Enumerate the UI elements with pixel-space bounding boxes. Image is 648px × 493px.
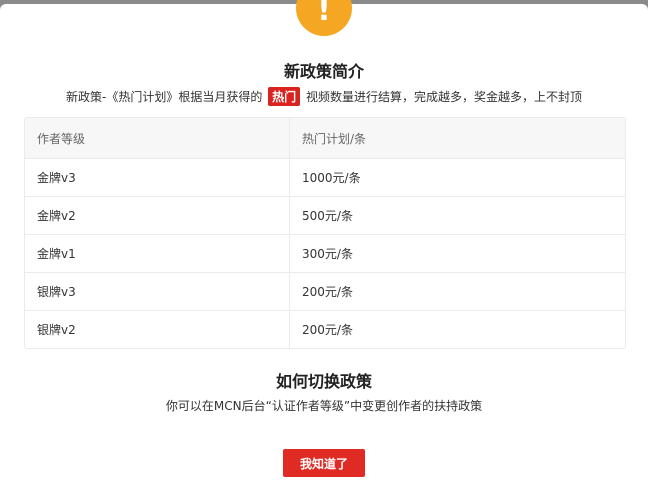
got-it-button[interactable]: 我知道了: [283, 449, 365, 477]
hot-tag: 热门: [268, 87, 301, 106]
table-row: 银牌v2 200元/条: [25, 310, 625, 348]
table-row: 银牌v3 200元/条: [25, 272, 625, 310]
table-cell-reward: 200元/条: [302, 323, 353, 337]
policy-description-suffix: 视频数量进行结算，完成越多，奖金越多，上不封顶: [306, 90, 583, 104]
column-header-author-level: 作者等级: [25, 118, 290, 158]
column-header-hot-plan: 热门计划/条: [302, 131, 367, 146]
table-cell-level: 银牌v2: [25, 311, 290, 348]
section-title-switch-policy: 如何切换政策: [275, 372, 372, 391]
table-cell-reward: 200元/条: [302, 285, 353, 299]
policy-description: 新政策-《热门计划》根据当月获得的 热门 视频数量进行结算，完成越多，奖金越多，…: [0, 87, 648, 106]
table-header-row: 作者等级 热门计划/条: [25, 118, 625, 158]
table-row: 金牌v2 500元/条: [25, 196, 625, 234]
table-cell-level: 银牌v3: [25, 273, 290, 310]
table-cell-level: 金牌v1: [25, 235, 290, 272]
policy-table: 作者等级 热门计划/条 金牌v3 1000元/条 金牌v2 500元/条 金牌v…: [24, 117, 626, 349]
exclamation-icon: !: [296, 0, 352, 36]
switch-policy-description: 你可以在MCN后台“认证作者等级”中变更创作者的扶持政策: [165, 399, 483, 413]
table-cell-level: 金牌v2: [25, 197, 290, 234]
table-row: 金牌v3 1000元/条: [25, 158, 625, 196]
table-cell-reward: 500元/条: [302, 209, 353, 223]
policy-modal: ! 新政策简介 新政策-《热门计划》根据当月获得的 热门 视频数量进行结算，完成…: [0, 0, 648, 493]
exclamation-glyph: !: [317, 0, 331, 28]
table-cell-reward: 1000元/条: [302, 171, 361, 185]
table-cell-level: 金牌v3: [25, 159, 290, 196]
table-row: 金牌v1 300元/条: [25, 234, 625, 272]
policy-description-prefix: 新政策-《热门计划》根据当月获得的: [65, 90, 263, 104]
table-cell-reward: 300元/条: [302, 247, 353, 261]
section-title-policy-intro: 新政策简介: [283, 62, 364, 81]
